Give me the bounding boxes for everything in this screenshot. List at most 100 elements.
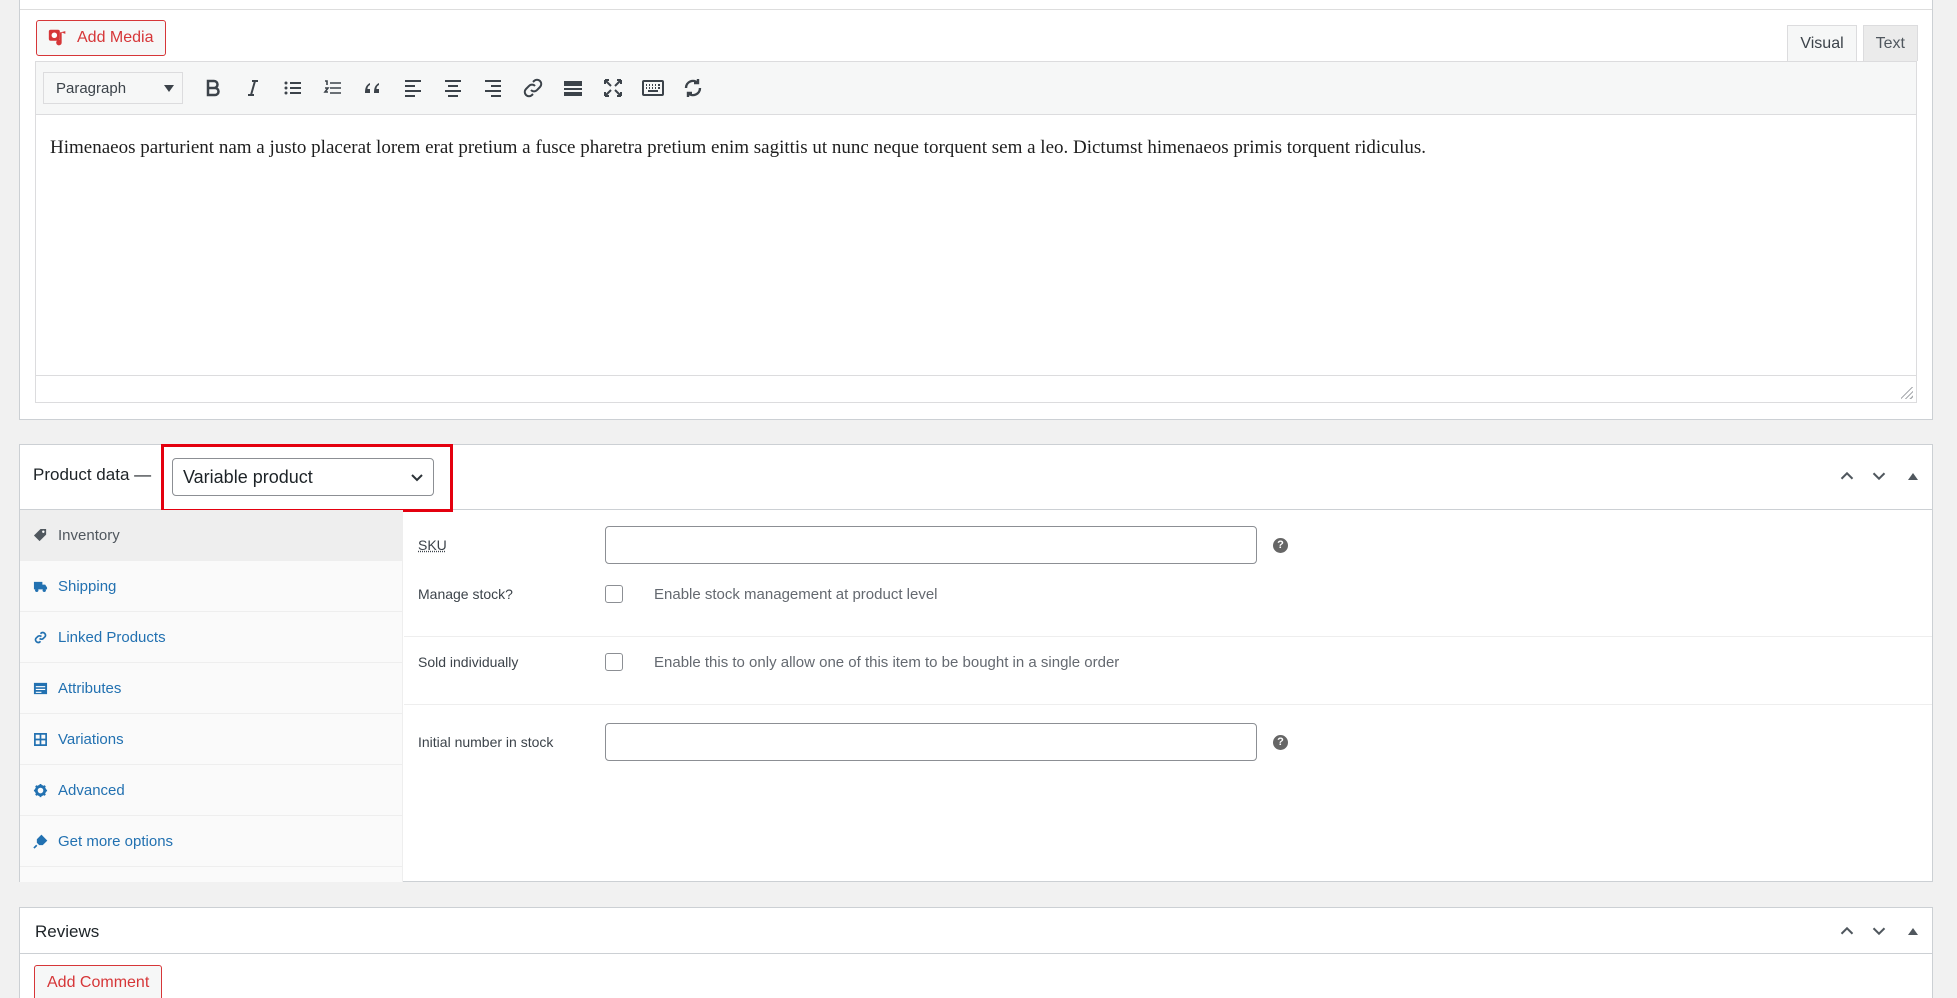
keyboard-icon — [641, 76, 665, 100]
editor-statusbar — [36, 375, 1916, 402]
truck-icon — [33, 579, 48, 594]
blockquote-button[interactable] — [353, 68, 393, 108]
tab-label: Get more options — [58, 833, 173, 850]
postbox-controls — [1836, 465, 1918, 487]
product-data-title: Product data — — [33, 465, 151, 485]
sold-individually-checkbox[interactable] — [605, 653, 623, 671]
quote-icon — [361, 76, 385, 100]
sync-button[interactable] — [673, 68, 713, 108]
tab-label: Variations — [58, 731, 124, 748]
move-down-icon[interactable] — [1868, 920, 1890, 942]
italic-icon — [241, 76, 265, 100]
initial-stock-row: Initial number in stock ? — [404, 723, 1932, 761]
tab-advanced[interactable]: Advanced — [20, 765, 402, 816]
postbox-controls — [1836, 920, 1918, 942]
media-icon — [47, 27, 69, 49]
link-icon — [521, 76, 545, 100]
editor-toolbar: Paragraph — [36, 62, 1916, 115]
resize-handle-icon[interactable] — [1901, 387, 1913, 399]
sku-field-row: SKU ? — [404, 526, 1932, 564]
tab-label: Attributes — [58, 680, 121, 697]
move-up-icon[interactable] — [1836, 465, 1858, 487]
align-left-button[interactable] — [393, 68, 433, 108]
tab-linked-products[interactable]: Linked Products — [20, 612, 402, 663]
product-data-tabs: Inventory Shipping Linked Products Attri… — [20, 510, 403, 882]
align-center-button[interactable] — [433, 68, 473, 108]
divider — [404, 704, 1932, 705]
move-up-icon[interactable] — [1836, 920, 1858, 942]
format-select[interactable]: Paragraph — [43, 72, 183, 104]
product-data-postbox: Product data — Variable product Inventor… — [19, 444, 1933, 882]
divider — [20, 9, 1932, 10]
sync-icon — [681, 76, 705, 100]
divider — [404, 636, 1932, 637]
tab-variations[interactable]: Variations — [20, 714, 402, 765]
editor-content-area[interactable]: Himenaeos parturient nam a justo placera… — [36, 115, 1916, 375]
manage-stock-checkbox[interactable] — [605, 585, 623, 603]
move-down-icon[interactable] — [1868, 465, 1890, 487]
align-center-icon — [441, 76, 465, 100]
fullscreen-button[interactable] — [593, 68, 633, 108]
gear-icon — [33, 783, 48, 798]
tab-get-more-options[interactable]: Get more options — [20, 816, 402, 867]
help-icon[interactable]: ? — [1273, 735, 1288, 750]
chevron-down-icon — [409, 469, 425, 485]
bold-button[interactable] — [193, 68, 233, 108]
sku-label: SKU — [418, 537, 447, 553]
tab-inventory[interactable]: Inventory — [20, 510, 402, 561]
tab-label: Advanced — [58, 782, 125, 799]
sku-input[interactable] — [605, 526, 1257, 564]
read-more-icon — [561, 76, 585, 100]
bullet-list-button[interactable] — [273, 68, 313, 108]
manage-stock-row: Manage stock? Enable stock management at… — [404, 583, 1932, 605]
align-left-icon — [401, 76, 425, 100]
tab-shipping[interactable]: Shipping — [20, 561, 402, 612]
align-right-button[interactable] — [473, 68, 513, 108]
grid-icon — [33, 732, 48, 747]
sold-individually-label: Sold individually — [418, 654, 518, 670]
manage-stock-label: Manage stock? — [418, 586, 513, 602]
align-right-icon — [481, 76, 505, 100]
tab-label: Shipping — [58, 578, 116, 595]
editor-frame: Paragraph Himenaeos parturient nam a jus… — [35, 61, 1917, 403]
read-more-button[interactable] — [553, 68, 593, 108]
inventory-panel: SKU ? Manage stock? Enable stock managem… — [404, 510, 1932, 882]
caret-down-icon — [164, 85, 174, 92]
collapse-toggle-icon[interactable] — [1908, 473, 1918, 480]
bullet-list-icon — [281, 76, 305, 100]
numbered-list-icon — [321, 76, 345, 100]
tag-icon — [33, 528, 48, 543]
sold-individually-description: Enable this to only allow one of this it… — [654, 654, 1119, 671]
tab-label: Inventory — [58, 527, 120, 544]
plug-icon — [33, 834, 48, 849]
bold-icon — [201, 76, 225, 100]
reviews-header: Reviews — [20, 908, 1932, 954]
link-icon — [33, 630, 48, 645]
format-select-value: Paragraph — [56, 80, 126, 97]
tab-attributes[interactable]: Attributes — [20, 663, 402, 714]
sold-individually-row: Sold individually Enable this to only al… — [404, 651, 1932, 673]
add-media-label: Add Media — [77, 29, 154, 47]
fullscreen-icon — [601, 76, 625, 100]
collapse-toggle-icon[interactable] — [1908, 928, 1918, 935]
reviews-postbox: Reviews Add Comment — [19, 907, 1933, 998]
reviews-title: Reviews — [35, 922, 99, 942]
help-icon[interactable]: ? — [1273, 538, 1288, 553]
list-icon — [33, 681, 48, 696]
tab-label: Linked Products — [58, 629, 166, 646]
italic-button[interactable] — [233, 68, 273, 108]
toolbar-toggle-button[interactable] — [633, 68, 673, 108]
editor-mode-tabs: Visual Text — [1787, 25, 1918, 61]
product-data-header: Product data — Variable product — [20, 445, 1932, 510]
tab-text[interactable]: Text — [1863, 25, 1918, 61]
manage-stock-description: Enable stock management at product level — [654, 586, 938, 603]
tab-visual[interactable]: Visual — [1787, 25, 1856, 61]
product-type-select[interactable]: Variable product — [172, 458, 434, 496]
initial-stock-label: Initial number in stock — [418, 734, 553, 750]
add-comment-button[interactable]: Add Comment — [34, 965, 162, 998]
initial-stock-input[interactable] — [605, 723, 1257, 761]
content-editor-postbox: Add Media Visual Text Paragraph Himenaeo… — [19, 0, 1933, 420]
add-media-button[interactable]: Add Media — [36, 20, 166, 56]
numbered-list-button[interactable] — [313, 68, 353, 108]
insert-link-button[interactable] — [513, 68, 553, 108]
